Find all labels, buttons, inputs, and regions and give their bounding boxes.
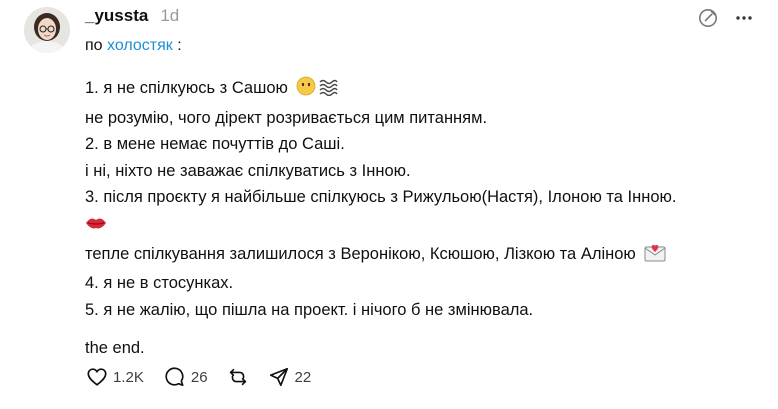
post-line-1-text: 1. я не спілкуюсь з Сашою	[85, 79, 288, 97]
post-line-9: 5. я не жалію, що пішла на проект. і ніч…	[85, 300, 534, 319]
thread-post: _yussta 1d по холостяк : 1. я не спілкую…	[0, 0, 778, 409]
post-line-2: не розумію, чого дірект розривається цим…	[85, 108, 488, 127]
share-count: 22	[294, 368, 312, 386]
post-line-6	[85, 211, 765, 241]
like-count: 1.2K	[113, 368, 144, 386]
post-line-3: 2. в мене немає почуттів до Саші.	[85, 135, 345, 154]
repost-button[interactable]	[226, 366, 250, 388]
avatar[interactable]	[24, 7, 70, 53]
topic-suffix: :	[177, 37, 182, 54]
more-icon[interactable]	[731, 5, 757, 31]
like-button[interactable]: 1.2K	[86, 366, 144, 388]
comment-count: 26	[190, 368, 208, 386]
post-line-4: і ні, ніхто не заважає спілкуватись з Ін…	[85, 161, 411, 180]
comment-button[interactable]: 26	[162, 366, 208, 388]
avatar-image	[24, 7, 70, 53]
topic-prefix: по	[85, 37, 103, 54]
share-button[interactable]: 22	[268, 366, 312, 388]
repost-icon	[229, 368, 246, 386]
love-letter-icon	[644, 244, 666, 271]
send-icon	[269, 367, 288, 387]
heart-icon	[87, 368, 107, 386]
post-header: _yussta 1d	[85, 6, 179, 28]
topic-line: по холостяк :	[85, 37, 182, 55]
post-actions: 1.2K 26 22	[86, 366, 329, 388]
username[interactable]: _yussta	[85, 6, 148, 26]
comment-bubble-icon	[165, 367, 184, 387]
timestamp[interactable]: 1d	[160, 6, 179, 26]
post-body: 1. я не спілкуюсь з Сашою не розумію, чо…	[85, 75, 765, 362]
fog-waves-icon	[318, 78, 339, 105]
post-ending: the end.	[85, 339, 145, 358]
post-line-7: тепле спілкування залишилося з Веронікою…	[85, 241, 765, 271]
post-line-5: 3. після проєкту я найбільше спілкуюсь з…	[85, 188, 677, 207]
no-reply-icon[interactable]	[695, 5, 721, 31]
no-mouth-face-icon	[296, 76, 316, 105]
post-line-8: 4. я не в стосунках.	[85, 274, 234, 293]
post-line-7-text: тепле спілкування залишилося з Веронікою…	[85, 244, 636, 263]
top-actions	[695, 5, 757, 31]
post-line-1: 1. я не спілкуюсь з Сашою	[85, 75, 765, 105]
kiss-lips-icon	[85, 214, 107, 241]
topic-link[interactable]: холостяк	[107, 37, 173, 54]
